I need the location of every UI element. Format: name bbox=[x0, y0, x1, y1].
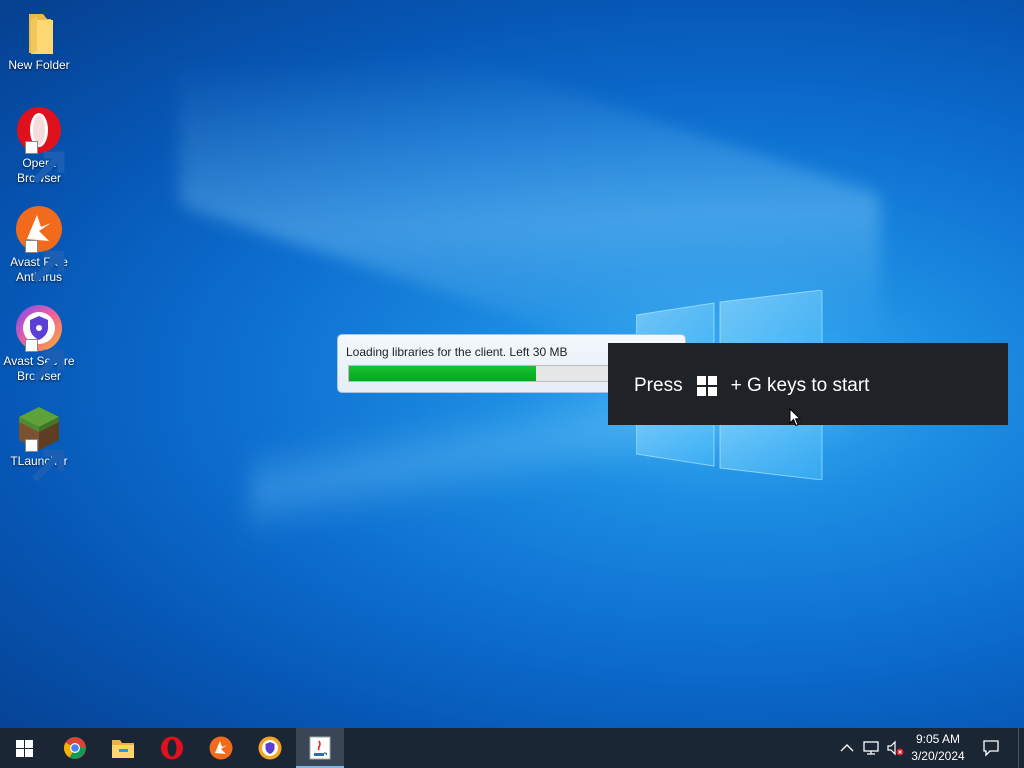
taskbar-opera-button[interactable] bbox=[148, 728, 196, 768]
java-icon bbox=[309, 736, 331, 760]
shortcut-arrow-icon bbox=[25, 240, 65, 283]
game-bar-toast: Press + G keys to start bbox=[608, 343, 1008, 425]
avast-antivirus-icon bbox=[15, 205, 65, 283]
mouse-cursor-icon bbox=[789, 408, 801, 427]
show-desktop-button[interactable] bbox=[1018, 728, 1024, 768]
taskbar-chrome-button[interactable] bbox=[51, 728, 99, 768]
desktop-icon-avast-free-antivirus[interactable]: Avast Free Antivirus bbox=[2, 205, 76, 285]
progress-bar-fill bbox=[349, 366, 536, 381]
taskbar-clock[interactable]: 9:05 AM 3/20/2024 bbox=[906, 731, 970, 765]
taskbar-avast-button[interactable] bbox=[197, 728, 245, 768]
network-icon[interactable] bbox=[862, 739, 880, 757]
chrome-icon bbox=[64, 737, 86, 759]
shortcut-arrow-icon bbox=[25, 141, 65, 184]
taskbar: 9:05 AM 3/20/2024 bbox=[0, 728, 1024, 768]
desktop-icon-new-folder[interactable]: New Folder bbox=[2, 8, 76, 73]
taskbar-avast-secure-browser-button[interactable] bbox=[246, 728, 294, 768]
folder-icon bbox=[15, 8, 63, 56]
avast-secure-browser-icon bbox=[15, 304, 65, 382]
volume-muted-icon[interactable] bbox=[886, 739, 904, 757]
avast-secure-browser-icon bbox=[258, 736, 282, 760]
opera-icon bbox=[15, 106, 65, 184]
desktop-icon-avast-secure-browser[interactable]: Avast Secure Browser bbox=[2, 304, 76, 384]
toast-keys-text: + G keys to start bbox=[730, 375, 870, 396]
desktop-icon-tlauncher[interactable]: TLauncher bbox=[2, 404, 76, 482]
chevron-up-icon[interactable] bbox=[838, 739, 856, 757]
desktop-icon-label: New Folder bbox=[8, 58, 70, 72]
windows-start-icon bbox=[15, 739, 33, 757]
folder-icon bbox=[112, 740, 134, 758]
toast-message: Press + G keys to start bbox=[634, 375, 869, 397]
shortcut-arrow-icon bbox=[25, 339, 65, 382]
taskbar-java-button[interactable] bbox=[296, 728, 344, 768]
shortcut-arrow-icon bbox=[25, 439, 65, 482]
windows-logo-icon bbox=[696, 376, 717, 396]
desktop-icon-opera-browser[interactable]: Opera Browser bbox=[2, 106, 76, 186]
loading-message: Loading libraries for the client. Left 3… bbox=[346, 345, 568, 359]
avast-antivirus-icon bbox=[209, 736, 233, 760]
opera-icon bbox=[161, 736, 183, 760]
notification-icon[interactable] bbox=[982, 739, 1000, 757]
minecraft-block-icon bbox=[15, 404, 65, 482]
toast-press-text: Press bbox=[634, 375, 683, 396]
clock-time: 9:05 AM bbox=[915, 732, 961, 746]
start-button[interactable] bbox=[0, 728, 48, 768]
clock-date: 3/20/2024 bbox=[911, 749, 965, 763]
taskbar-file-explorer-button[interactable] bbox=[99, 728, 147, 768]
